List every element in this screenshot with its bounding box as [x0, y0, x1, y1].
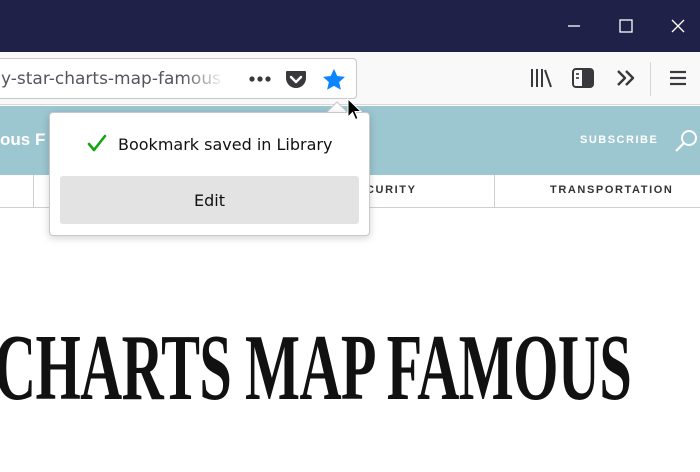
star-filled-icon [323, 68, 345, 90]
edit-bookmark-label: Edit [194, 190, 225, 210]
site-name[interactable]: ous F [0, 130, 45, 150]
cursor-arrow-icon [347, 98, 363, 121]
site-search-button[interactable] [673, 128, 699, 154]
hamburger-menu-icon [670, 70, 686, 86]
library-button[interactable] [527, 64, 555, 92]
article-headline: CHARTS MAP FAMOUS [0, 316, 632, 420]
search-icon [675, 130, 697, 152]
category-divider [494, 175, 495, 208]
more-dots-icon [249, 76, 271, 82]
menu-button[interactable] [664, 64, 692, 92]
bookmark-star-button[interactable] [320, 66, 348, 94]
minimize-icon [568, 25, 580, 27]
pocket-icon [286, 71, 306, 88]
library-icon [531, 69, 552, 88]
window-titlebar [0, 0, 700, 52]
chevron-double-right-icon [617, 70, 635, 86]
subscribe-link[interactable]: SUBSCRIBE [580, 134, 658, 146]
minimize-button[interactable] [548, 0, 600, 52]
edit-bookmark-button[interactable]: Edit [60, 176, 359, 224]
category-security[interactable]: CURITY [366, 184, 417, 196]
bookmark-saved-message: Bookmark saved in Library [118, 135, 333, 154]
maximize-button[interactable] [600, 0, 652, 52]
checkmark-icon [87, 134, 107, 152]
pocket-button[interactable] [285, 68, 307, 90]
sidebar-button[interactable] [569, 64, 597, 92]
maximize-icon [619, 19, 633, 33]
toolbar-separator [650, 62, 651, 96]
category-divider [33, 175, 34, 208]
url-bar[interactable]: y-star-charts-map-famous [0, 58, 357, 99]
url-fade [183, 63, 225, 95]
category-transportation[interactable]: TRANSPORTATION [550, 184, 673, 196]
close-button[interactable] [652, 0, 700, 52]
close-icon [671, 19, 685, 33]
sidebar-icon [572, 68, 594, 88]
page-actions-button[interactable] [248, 67, 272, 91]
overflow-button[interactable] [612, 64, 640, 92]
